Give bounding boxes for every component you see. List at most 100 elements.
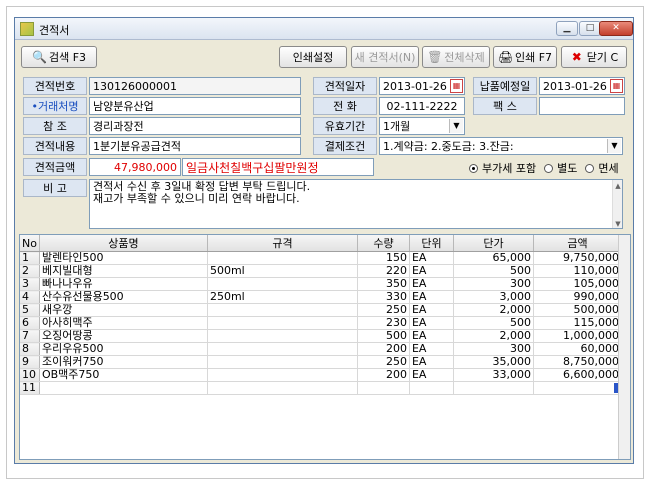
close-button[interactable]: ✖ 닫기 C: [561, 46, 627, 68]
cell-price[interactable]: 2,000: [453, 329, 534, 343]
grid-scrollbar[interactable]: [618, 235, 630, 459]
table-row[interactable]: 9 조이워커750 250 EA 35,000 8,750,000: [20, 355, 622, 369]
cell-qty[interactable]: 330: [357, 290, 410, 304]
cell-unit[interactable]: EA: [409, 264, 454, 278]
content-field[interactable]: 1분기분유공급견적: [89, 137, 301, 155]
cell-amount[interactable]: 8,750,000: [533, 355, 622, 369]
cell-product[interactable]: 산수유선물용500: [39, 290, 208, 304]
cell-price[interactable]: 300: [453, 342, 534, 356]
cell-qty[interactable]: 250: [357, 355, 410, 369]
cell-spec[interactable]: [207, 277, 358, 291]
col-header-amount[interactable]: 금액: [533, 235, 622, 252]
cell-qty[interactable]: 250: [357, 303, 410, 317]
cell-unit[interactable]: EA: [409, 342, 454, 356]
cell-spec[interactable]: [207, 368, 358, 382]
cell-qty[interactable]: 220: [357, 264, 410, 278]
col-header-no[interactable]: No: [20, 235, 40, 252]
cell-amount[interactable]: 6,600,000: [533, 368, 622, 382]
search-button[interactable]: 🔍 검색 F3: [21, 46, 97, 68]
table-row[interactable]: 3 빠나나우유 350 EA 300 105,000: [20, 277, 622, 291]
fax-field[interactable]: [539, 97, 625, 115]
note-scrollbar[interactable]: ▲ ▼: [612, 180, 622, 228]
table-row[interactable]: 6 아사히맥주 230 EA 500 115,000: [20, 316, 622, 330]
cell-unit[interactable]: EA: [409, 368, 454, 382]
quote-no-field[interactable]: 130126000001: [89, 77, 301, 95]
cell-amount[interactable]: 105,000: [533, 277, 622, 291]
cell-amount[interactable]: 990,000: [533, 290, 622, 304]
table-row[interactable]: 11: [20, 381, 622, 395]
vat-separate-radio[interactable]: [544, 163, 554, 173]
col-header-qty[interactable]: 수량: [357, 235, 410, 252]
cell-amount[interactable]: 9,750,000: [533, 251, 622, 265]
delivery-field[interactable]: 2013-01-26 ▦: [539, 77, 625, 95]
close-icon[interactable]: ✕: [599, 21, 633, 36]
ref-field[interactable]: 경리과장전: [89, 117, 301, 135]
cell-qty[interactable]: 200: [357, 368, 410, 382]
validity-select[interactable]: 1개월 ▼: [379, 117, 465, 135]
cell-unit[interactable]: [409, 381, 454, 395]
minimize-icon[interactable]: ▁: [556, 21, 578, 36]
cell-price[interactable]: 300: [453, 277, 534, 291]
cell-amount[interactable]: 60,000: [533, 342, 622, 356]
cell-unit[interactable]: EA: [409, 316, 454, 330]
calendar-icon[interactable]: ▦: [610, 79, 623, 93]
cell-amount[interactable]: 1,000,000: [533, 329, 622, 343]
cell-spec[interactable]: [207, 316, 358, 330]
cell-product[interactable]: [39, 381, 208, 395]
cell-spec[interactable]: 250ml: [207, 290, 358, 304]
table-row[interactable]: 8 우리우유500 200 EA 300 60,000: [20, 342, 622, 356]
cell-unit[interactable]: EA: [409, 329, 454, 343]
vat-include-radio[interactable]: [469, 163, 478, 173]
cell-qty[interactable]: 230: [357, 316, 410, 330]
cell-unit[interactable]: EA: [409, 290, 454, 304]
table-row[interactable]: 5 새우깡 250 EA 2,000 500,000: [20, 303, 622, 317]
table-row[interactable]: 1 발렌타인500 150 EA 65,000 9,750,000: [20, 251, 622, 265]
cell-price[interactable]: 65,000: [453, 251, 534, 265]
cell-product[interactable]: 우리우유500: [39, 342, 208, 356]
cell-product[interactable]: 새우깡: [39, 303, 208, 317]
table-row[interactable]: 7 오징어땅콩 500 EA 2,000 1,000,000: [20, 329, 622, 343]
print-button[interactable]: 🖨 인쇄 F7: [493, 46, 557, 68]
client-field[interactable]: 남양분유산업: [89, 97, 301, 115]
cell-unit[interactable]: EA: [409, 303, 454, 317]
cell-price[interactable]: [453, 381, 534, 395]
cell-price[interactable]: 35,000: [453, 355, 534, 369]
cell-price[interactable]: 500: [453, 316, 534, 330]
cell-amount[interactable]: 500,000: [533, 303, 622, 317]
cell-spec[interactable]: [207, 342, 358, 356]
cell-spec[interactable]: [207, 251, 358, 265]
print-setup-button[interactable]: 인쇄설정: [279, 46, 347, 68]
scroll-up-icon[interactable]: ▲: [613, 180, 623, 190]
cell-qty[interactable]: 200: [357, 342, 410, 356]
cell-amount[interactable]: 110,000: [533, 264, 622, 278]
cell-product[interactable]: OB맥주750: [39, 368, 208, 382]
new-quote-button[interactable]: 새 견적서(N): [351, 46, 419, 68]
cell-qty[interactable]: [357, 381, 410, 395]
cell-spec[interactable]: [207, 355, 358, 369]
cell-qty[interactable]: 350: [357, 277, 410, 291]
col-header-unit[interactable]: 단위: [409, 235, 454, 252]
cell-amount[interactable]: 115,000: [533, 316, 622, 330]
cell-unit[interactable]: EA: [409, 355, 454, 369]
cell-product[interactable]: 오징어땅콩: [39, 329, 208, 343]
cell-product[interactable]: 발렌타인500: [39, 251, 208, 265]
cell-price[interactable]: 33,000: [453, 368, 534, 382]
table-row[interactable]: 2 베지빌대형 500ml 220 EA 500 110,000: [20, 264, 622, 278]
cell-spec[interactable]: [207, 381, 358, 395]
note-textarea[interactable]: 견적서 수신 후 3일내 확정 답변 부탁 드립니다. 재고가 부족할 수 있으…: [89, 179, 623, 229]
cell-product[interactable]: 베지빌대형: [39, 264, 208, 278]
cell-qty[interactable]: 500: [357, 329, 410, 343]
payment-select[interactable]: 1.계약금: 2.중도금: 3.잔금: ▼: [379, 137, 623, 155]
client-label[interactable]: •거래처명: [23, 97, 87, 115]
vat-exempt-radio[interactable]: [585, 163, 595, 173]
cell-unit[interactable]: EA: [409, 251, 454, 265]
cell-spec[interactable]: [207, 329, 358, 343]
cell-spec[interactable]: [207, 303, 358, 317]
maximize-icon[interactable]: □: [579, 21, 601, 36]
col-header-product[interactable]: 상품명: [39, 235, 208, 252]
cell-price[interactable]: 2,000: [453, 303, 534, 317]
cell-product[interactable]: 빠나나우유: [39, 277, 208, 291]
chevron-down-icon[interactable]: ▼: [449, 119, 463, 133]
table-row[interactable]: 4 산수유선물용500 250ml 330 EA 3,000 990,000: [20, 290, 622, 304]
phone-field[interactable]: 02-111-2222: [379, 97, 465, 115]
